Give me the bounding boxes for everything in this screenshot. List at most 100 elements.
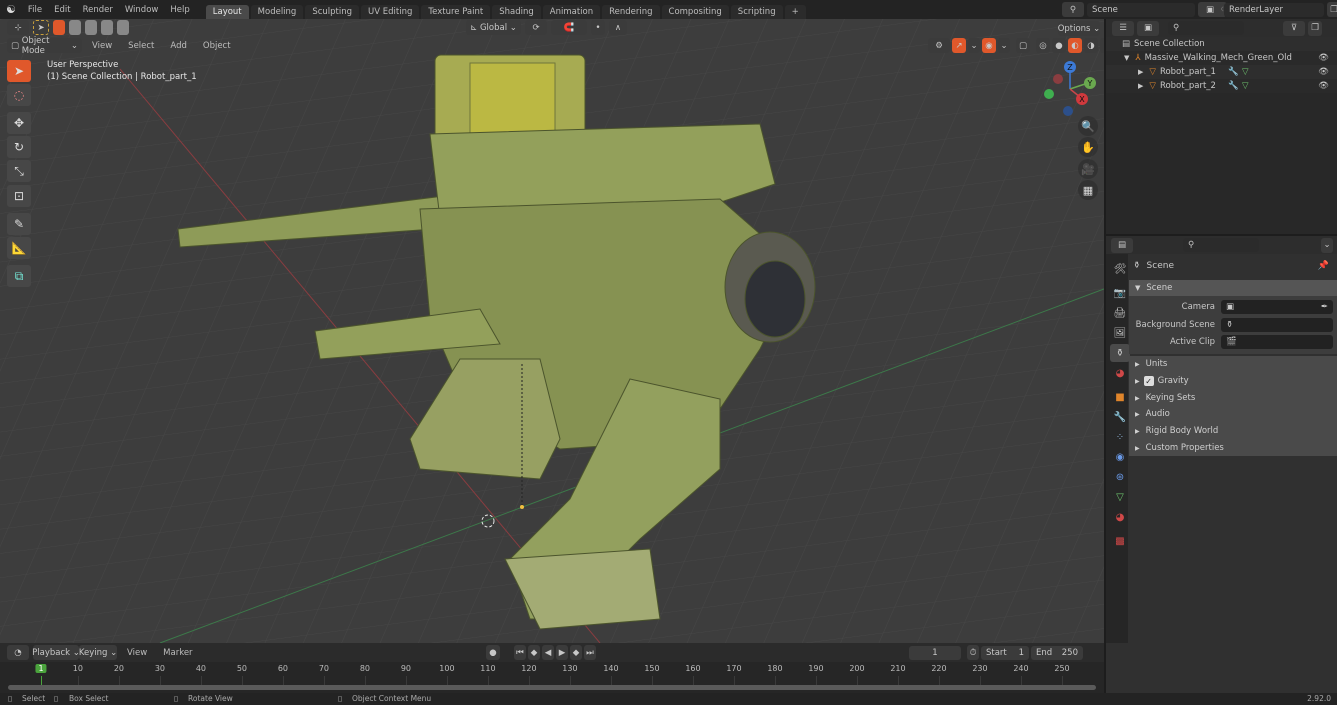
end-frame-field[interactable]: End 250 (1031, 645, 1083, 660)
options-dropdown[interactable]: Options ⌄ (1058, 21, 1100, 36)
cursor-tool[interactable]: ◌ (7, 84, 31, 106)
scene-selector-icon[interactable]: ⚲ (1062, 2, 1084, 17)
workspace-tab-scripting[interactable]: Scripting (730, 5, 783, 19)
properties-options-dropdown[interactable]: ⌄ (1321, 237, 1333, 253)
menu-help[interactable]: Help (164, 5, 195, 15)
shading-solid-button[interactable]: ● (1052, 38, 1066, 53)
keying-sets-panel[interactable]: ▶ Keying Sets (1129, 390, 1337, 406)
menu-edit[interactable]: Edit (48, 5, 76, 15)
pivot-point-dropdown[interactable]: ⟳ (525, 20, 547, 35)
overlays-toggle[interactable]: ◉ (982, 38, 996, 53)
eyedropper-icon[interactable]: ✒ (1321, 302, 1328, 312)
camera-view-button[interactable]: 🎥 (1078, 159, 1098, 179)
modifier-wrench-icon[interactable]: 🔧 (1228, 67, 1239, 77)
editor-type-icon[interactable]: ⊹ (7, 20, 29, 35)
expand-arrow-icon[interactable]: ▶ (1138, 82, 1143, 90)
display-mode-dropdown[interactable]: ▣ (1137, 20, 1159, 36)
perspective-toggle-button[interactable]: ▦ (1078, 180, 1098, 200)
mesh-data-icon[interactable]: ▽ (1242, 67, 1249, 77)
jump-start-button[interactable]: ⏮ (514, 645, 526, 660)
timeline-menu-marker[interactable]: Marker (157, 648, 198, 658)
workspace-tab-texture-paint[interactable]: Texture Paint (421, 5, 491, 19)
pin-icon[interactable]: 📌 (1318, 261, 1329, 271)
object-tab[interactable]: ■ (1110, 388, 1130, 406)
filter-dropdown[interactable]: ⊽ (1283, 20, 1305, 36)
timeline-editor-type-icon[interactable]: ◔ (7, 645, 29, 660)
outliner-row-scene-collection[interactable]: ▤ Scene Collection (1106, 37, 1337, 51)
modifier-wrench-icon[interactable]: 🔧 (1228, 81, 1239, 91)
rotate-tool[interactable]: ↻ (7, 136, 31, 158)
outliner-row-mech[interactable]: ▼ ⅄ Massive_Walking_Mech_Green_Old 👁 (1106, 51, 1337, 65)
outliner-search-input[interactable]: ⚲ (1168, 21, 1244, 35)
transform-tool[interactable]: ⊡ (7, 185, 31, 207)
workspace-tab-rendering[interactable]: Rendering (602, 5, 660, 19)
constraints-tab[interactable]: ⊛ (1110, 468, 1130, 486)
visibility-eye-icon[interactable]: 👁 (1318, 81, 1329, 91)
viewport-menu-select[interactable]: Select (122, 41, 160, 51)
add-workspace-button[interactable]: + (784, 5, 806, 19)
select-mode-new-icon[interactable] (53, 20, 65, 35)
overlays-dropdown[interactable]: ⌄ (998, 38, 1010, 53)
workspace-tab-shading[interactable]: Shading (492, 5, 541, 19)
menu-window[interactable]: Window (119, 5, 165, 15)
keying-dropdown[interactable]: Keying ⌄ (79, 645, 117, 660)
jump-end-button[interactable]: ⏭ (584, 645, 596, 660)
viewport-menu-view[interactable]: View (86, 41, 118, 51)
custom-properties-panel[interactable]: ▶ Custom Properties (1129, 440, 1337, 456)
view-layer-field[interactable]: RenderLayer (1224, 2, 1324, 17)
current-frame-indicator[interactable]: 1 (35, 664, 47, 673)
select-mode-invert-icon[interactable] (101, 20, 113, 35)
timeline-scrollbar[interactable] (8, 685, 1096, 690)
current-frame-field[interactable]: 1 (909, 645, 961, 660)
outliner-editor-type-icon[interactable]: ☰ (1112, 20, 1134, 36)
units-panel[interactable]: ▶ Units (1129, 356, 1337, 372)
shading-dropdown[interactable]: ⌄ (1100, 38, 1104, 53)
proportional-falloff-dropdown[interactable]: ∧ (609, 20, 627, 35)
rigid-body-world-panel[interactable]: ▶ Rigid Body World (1129, 423, 1337, 439)
start-frame-field[interactable]: Start 1 (981, 645, 1029, 660)
snap-dropdown[interactable]: 🧲 (551, 20, 587, 35)
proportional-editing-toggle[interactable]: • (591, 20, 605, 35)
gizmo-neg-y[interactable] (1044, 89, 1054, 99)
select-box-tool[interactable]: ➤ (7, 60, 31, 82)
zoom-view-button[interactable]: 🔍 (1078, 116, 1098, 136)
physics-tab[interactable]: ◉ (1110, 448, 1130, 466)
select-tool-icon[interactable]: ➤ (33, 20, 49, 35)
timeline-menu-view[interactable]: View (121, 648, 153, 658)
active-clip-field[interactable]: 🎬 (1221, 335, 1333, 349)
background-scene-field[interactable]: ⚱ (1221, 318, 1333, 332)
viewport-menu-add[interactable]: Add (164, 41, 192, 51)
workspace-tab-sculpting[interactable]: Sculpting (305, 5, 360, 19)
gravity-panel[interactable]: ▶ ✓ Gravity (1129, 373, 1337, 389)
output-tab[interactable]: 🖨 (1110, 304, 1130, 322)
playback-dropdown[interactable]: Playback ⌄ (32, 645, 80, 660)
measure-tool[interactable]: 📐 (7, 237, 31, 259)
blender-logo-icon[interactable]: ☯ (0, 3, 22, 16)
gizmo-neg-x[interactable] (1053, 74, 1063, 84)
scene-panel-header[interactable]: ▼ Scene (1129, 280, 1337, 296)
shading-wireframe-button[interactable]: ◎ (1036, 38, 1050, 53)
object-data-tab[interactable]: ▽ (1110, 488, 1130, 506)
select-mode-extend-icon[interactable] (69, 20, 81, 35)
mesh-data-icon[interactable]: ▽ (1242, 81, 1249, 91)
add-cube-tool[interactable]: ⧉ (7, 265, 31, 287)
xray-toggle[interactable]: ▢ (1016, 38, 1030, 53)
menu-file[interactable]: File (22, 5, 48, 15)
play-button[interactable]: ▶ (556, 645, 568, 660)
scale-tool[interactable]: ⤡ (7, 160, 31, 182)
modifiers-tab[interactable]: 🔧 (1110, 408, 1130, 426)
expand-arrow-icon[interactable]: ▼ (1124, 54, 1129, 62)
gizmos-dropdown[interactable]: ⌄ (968, 38, 980, 53)
workspace-tab-compositing[interactable]: Compositing (661, 5, 729, 19)
expand-arrow-icon[interactable]: ▶ (1138, 68, 1143, 76)
properties-search-input[interactable]: ⚲ (1183, 238, 1259, 252)
outliner-row-robot-part-1[interactable]: ▶ ▽ Robot_part_1 🔧 ▽ 👁 (1106, 65, 1337, 79)
pan-view-button[interactable]: ✋ (1078, 137, 1098, 157)
new-collection-icon[interactable]: ❐ (1308, 20, 1322, 36)
particles-tab[interactable]: ⁘ (1110, 428, 1130, 446)
shading-rendered-button[interactable]: ◑ (1084, 38, 1098, 53)
workspace-tab-uv-editing[interactable]: UV Editing (361, 5, 420, 19)
scene-tab[interactable]: ⚱ (1110, 344, 1130, 362)
visibility-eye-icon[interactable]: 👁 (1318, 53, 1329, 63)
world-tab[interactable]: ◕ (1110, 364, 1130, 382)
